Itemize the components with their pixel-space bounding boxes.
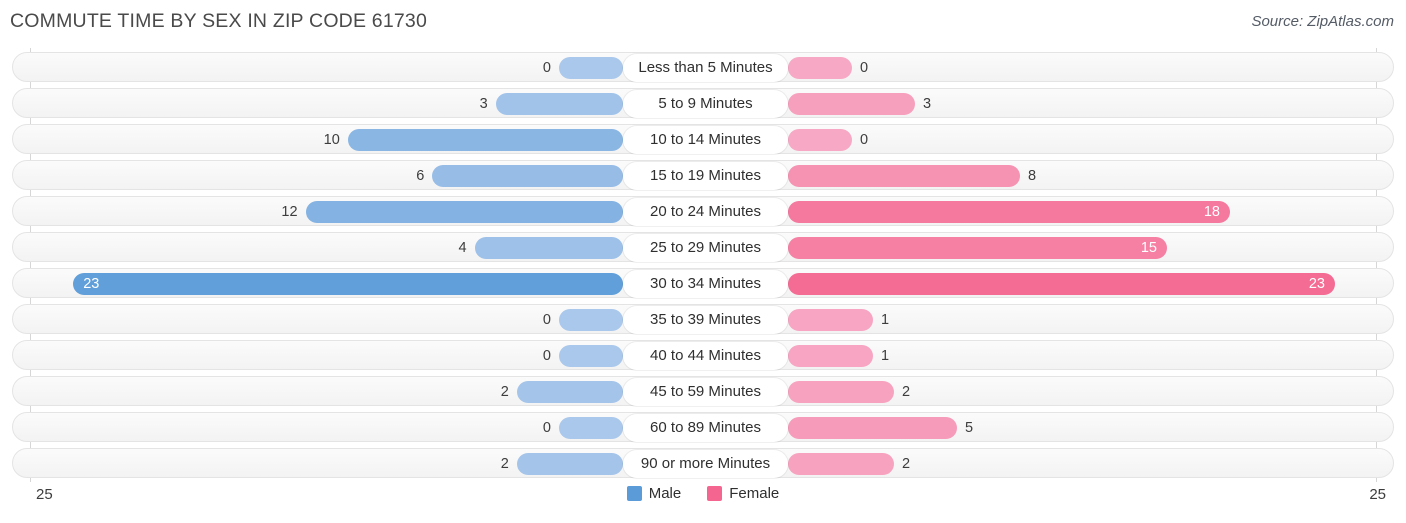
table-row[interactable]: 0 5 60 to 89 Minutes [12,412,1394,442]
source-attribution: Source: ZipAtlas.com [1251,13,1394,30]
bar-female[interactable] [788,345,873,367]
bar-male[interactable] [474,237,623,259]
bar-value-female: 3 [923,96,932,112]
bar-male[interactable] [559,309,623,331]
chart-footer: 25 25 Male Female [0,482,1406,523]
table-row[interactable]: 0 1 40 to 44 Minutes [12,340,1394,370]
diverging-bar-chart: 0 0 Less than 5 Minutes 3 3 5 to 9 Minutes 10 0… [0,48,1406,482]
table-row[interactable]: 0 0 Less than 5 Minutes [12,52,1394,82]
legend-item-female[interactable]: Female [707,485,779,502]
bar-value-female: 5 [965,420,974,436]
category-label: 90 or more Minutes [623,450,788,478]
table-row[interactable]: 10 0 10 to 14 Minutes [12,124,1394,154]
bar-value-female: 23 [1308,276,1325,292]
category-label: 35 to 39 Minutes [623,306,788,334]
bar-female[interactable] [788,309,873,331]
bar-male[interactable]: 23 [73,273,623,295]
bar-value-female: 18 [1203,204,1220,220]
bar-value-male: 3 [479,96,488,112]
table-row[interactable]: 23 23 30 to 34 Minutes [12,268,1394,298]
bar-value-male: 2 [500,384,509,400]
bar-female[interactable]: 15 [788,237,1167,259]
category-label: 10 to 14 Minutes [623,126,788,154]
bar-value-male: 12 [281,204,298,220]
bar-male[interactable] [559,417,623,439]
category-label: 40 to 44 Minutes [623,342,788,370]
bar-female[interactable] [788,129,852,151]
bar-male[interactable] [432,165,623,187]
category-label: 30 to 34 Minutes [623,270,788,298]
bar-male[interactable] [305,201,623,223]
category-label: 45 to 59 Minutes [623,378,788,406]
bar-value-male: 2 [500,456,509,472]
bar-female[interactable] [788,93,915,115]
table-row[interactable]: 3 3 5 to 9 Minutes [12,88,1394,118]
bar-value-female: 0 [860,132,869,148]
bar-female[interactable] [788,381,894,403]
bar-male[interactable] [516,453,623,475]
bar-male[interactable] [516,381,623,403]
category-label: 20 to 24 Minutes [623,198,788,226]
legend-item-male[interactable]: Male [626,485,682,502]
bar-value-male: 0 [542,420,551,436]
bar-male[interactable] [495,93,623,115]
legend-label: Female [729,485,780,502]
bar-value-female: 1 [881,312,890,328]
category-label: 25 to 29 Minutes [623,234,788,262]
bar-value-male: 0 [542,348,551,364]
bar-value-female: 8 [1028,168,1037,184]
category-label: 60 to 89 Minutes [623,414,788,442]
bar-female[interactable] [788,453,894,475]
page-title: COMMUTE TIME BY SEX IN ZIP CODE 61730 [10,10,428,32]
bar-value-male: 0 [542,60,551,76]
table-row[interactable]: 0 1 35 to 39 Minutes [12,304,1394,334]
bar-value-female: 15 [1140,240,1157,256]
table-row[interactable]: 6 8 15 to 19 Minutes [12,160,1394,190]
bar-male[interactable] [347,129,623,151]
category-label: 15 to 19 Minutes [623,162,788,190]
bar-value-male: 10 [323,132,340,148]
bar-value-female: 2 [902,384,911,400]
bar-value-female: 1 [881,348,890,364]
category-label: 5 to 9 Minutes [623,90,788,118]
bar-value-female: 2 [902,456,911,472]
legend-swatch-icon [707,486,723,501]
chart-legend: Male Female [0,485,1406,502]
table-row[interactable]: 4 15 25 to 29 Minutes [12,232,1394,262]
bar-female[interactable] [788,57,852,79]
bar-value-female: 0 [860,60,869,76]
bar-female[interactable] [788,417,957,439]
bar-female[interactable] [788,165,1020,187]
bar-male[interactable] [559,345,623,367]
legend-label: Male [648,485,682,502]
table-row[interactable]: 2 2 90 or more Minutes [12,448,1394,478]
legend-swatch-icon [626,486,642,501]
bar-female[interactable]: 23 [788,273,1335,295]
bar-value-male: 0 [542,312,551,328]
bar-female[interactable]: 18 [788,201,1230,223]
bar-value-male: 6 [416,168,425,184]
table-row[interactable]: 2 2 45 to 59 Minutes [12,376,1394,406]
bar-value-male: 23 [83,276,100,292]
category-label: Less than 5 Minutes [623,54,788,82]
table-row[interactable]: 12 18 20 to 24 Minutes [12,196,1394,226]
bar-male[interactable] [559,57,623,79]
bar-value-male: 4 [458,240,467,256]
